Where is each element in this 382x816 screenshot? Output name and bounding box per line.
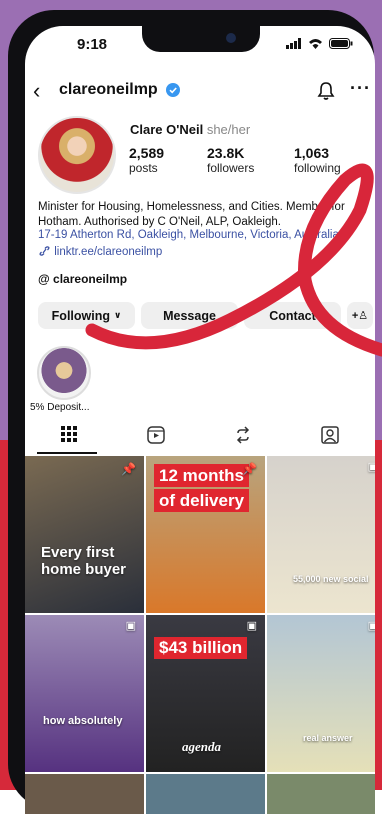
reel-icon: ▣ bbox=[125, 620, 136, 632]
more-options-icon[interactable]: ··· bbox=[350, 78, 371, 99]
post-caption-line1: $43 billion bbox=[154, 637, 248, 659]
website-link[interactable]: linktr.ee/clareoneilmp bbox=[38, 246, 162, 258]
reel-icon: ▣ bbox=[367, 620, 375, 632]
story-highlight-label: 5% Deposit... bbox=[30, 402, 90, 413]
post-tile[interactable]: real answer ▣ bbox=[267, 615, 375, 772]
following-button[interactable]: Following ∨ bbox=[38, 302, 135, 329]
post-tile[interactable] bbox=[267, 774, 375, 814]
profile-username: clareoneilmp bbox=[59, 81, 158, 98]
post-tile[interactable] bbox=[25, 774, 144, 814]
tab-reels[interactable] bbox=[112, 426, 199, 452]
bio-line-2: Hotham. Authorised by C O'Neil, ALP, Oak… bbox=[38, 216, 281, 228]
grid-icon bbox=[60, 426, 77, 442]
address-link[interactable]: 17-19 Atherton Rd, Oakleigh, Melbourne, … bbox=[38, 229, 339, 241]
post-tile[interactable]: 12 months of delivery 📌 bbox=[146, 456, 265, 613]
chevron-down-icon: ∨ bbox=[114, 310, 122, 320]
reel-icon: ▣ bbox=[367, 461, 375, 473]
back-arrow-icon[interactable]: ‹ bbox=[33, 78, 40, 104]
status-bar: 9:18 bbox=[25, 26, 375, 70]
suggest-people-button[interactable]: +♙ bbox=[347, 302, 373, 329]
post-tile[interactable] bbox=[146, 774, 265, 814]
post-tile[interactable]: 55,000 new social ▣ bbox=[267, 456, 375, 613]
camera-icon bbox=[226, 33, 236, 43]
posts-count: 2,589 bbox=[129, 145, 165, 161]
threads-icon: @ bbox=[38, 272, 50, 286]
tab-reposts[interactable] bbox=[199, 426, 286, 452]
contact-button-label: Contact bbox=[269, 308, 316, 323]
post-tile[interactable]: how absolutely ▣ bbox=[25, 615, 144, 772]
wifi-icon bbox=[309, 39, 322, 49]
post-caption-line1: 12 months bbox=[154, 464, 250, 487]
add-person-icon: +♙ bbox=[351, 310, 369, 322]
status-icons bbox=[286, 38, 353, 49]
reel-icon: ▣ bbox=[246, 620, 257, 632]
post-caption-secondary: agenda bbox=[182, 739, 221, 754]
followers-label: followers bbox=[207, 161, 255, 175]
threads-handle: clareoneilmp bbox=[53, 272, 128, 286]
posts-stat[interactable]: 2,589 posts bbox=[129, 145, 164, 175]
bio: Minister for Housing, Homelessness, and … bbox=[38, 200, 375, 230]
posts-label: posts bbox=[129, 161, 158, 175]
battery-icon bbox=[329, 38, 353, 49]
following-button-label: Following bbox=[51, 308, 110, 323]
website-link-text: linktr.ee/clareoneilmp bbox=[54, 246, 163, 258]
display-name: Clare O'Neil bbox=[130, 122, 204, 137]
dynamic-island bbox=[142, 26, 260, 52]
pin-icon: 📌 bbox=[242, 462, 257, 476]
active-tab-indicator bbox=[37, 452, 97, 454]
post-caption: real answer bbox=[303, 733, 353, 743]
tagged-icon bbox=[320, 426, 339, 444]
reels-icon bbox=[146, 426, 165, 444]
signal-icon bbox=[286, 38, 301, 49]
story-highlight[interactable] bbox=[37, 346, 91, 400]
post-tile[interactable]: $43 billion agenda ▣ bbox=[146, 615, 265, 772]
display-name-row: Clare O'Neil she/her bbox=[130, 122, 250, 137]
message-button-label: Message bbox=[163, 308, 216, 323]
notification-bell-icon[interactable] bbox=[317, 81, 335, 101]
phone-frame: 9:18 ‹ clareoneilmp ··· Clare O'Neil she… bbox=[8, 10, 375, 816]
followers-count: 23.8K bbox=[207, 145, 245, 161]
following-label: following bbox=[294, 161, 341, 175]
tab-tagged[interactable] bbox=[286, 426, 373, 452]
followers-stat[interactable]: 23.8K followers bbox=[207, 145, 254, 175]
tab-posts-grid[interactable] bbox=[25, 426, 112, 452]
repost-icon bbox=[236, 426, 249, 444]
post-caption-line2: of delivery bbox=[154, 489, 250, 512]
link-icon bbox=[39, 246, 50, 256]
post-caption-box: $43 billion bbox=[154, 637, 248, 661]
post-caption: 55,000 new social bbox=[293, 574, 369, 584]
following-count: 1,063 bbox=[294, 145, 330, 161]
status-time: 9:18 bbox=[77, 36, 108, 53]
bio-line-1: Minister for Housing, Homelessness, and … bbox=[38, 201, 345, 213]
profile-header: ‹ clareoneilmp ··· bbox=[25, 78, 375, 108]
pin-icon: 📌 bbox=[121, 462, 136, 476]
post-caption: Every first home buyer bbox=[41, 544, 127, 578]
pronouns: she/her bbox=[206, 122, 251, 137]
post-caption-box: 12 months of delivery bbox=[154, 464, 250, 514]
verified-badge-icon bbox=[166, 83, 180, 97]
threads-badge[interactable]: @ clareoneilmp bbox=[38, 272, 127, 286]
profile-tabs bbox=[25, 426, 375, 454]
message-button[interactable]: Message bbox=[141, 302, 238, 329]
post-caption: how absolutely bbox=[43, 715, 123, 727]
following-stat[interactable]: 1,063 following bbox=[294, 145, 341, 175]
app-screen: 9:18 ‹ clareoneilmp ··· Clare O'Neil she… bbox=[25, 26, 375, 816]
contact-button[interactable]: Contact bbox=[244, 302, 341, 329]
post-tile[interactable]: Every first home buyer 📌 bbox=[25, 456, 144, 613]
profile-avatar[interactable] bbox=[38, 116, 116, 194]
